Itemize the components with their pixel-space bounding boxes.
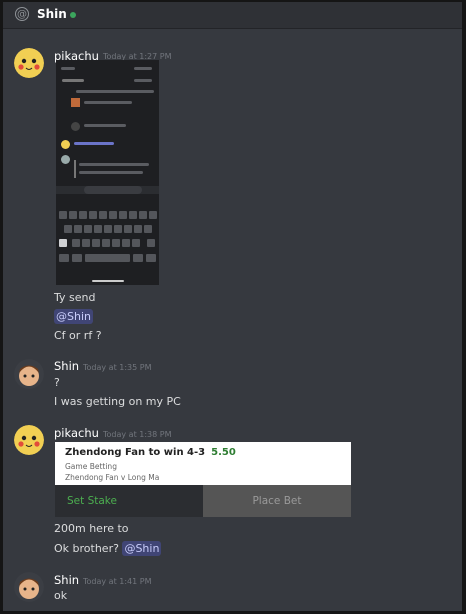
message-text: Ok brother? @Shin xyxy=(54,541,162,556)
timestamp: Today at 1:38 PM xyxy=(103,430,172,439)
pikachu-avatar-image xyxy=(14,425,44,455)
place-bet-button[interactable]: Place Bet xyxy=(203,485,351,517)
bet-selection: Zhendong Fan to win 4-3 5.50 xyxy=(65,447,236,458)
message-text: 200m here to xyxy=(54,522,129,535)
set-stake-button[interactable]: Set Stake xyxy=(55,485,203,517)
bet-match: Zhendong Fan v Long Ma xyxy=(65,473,160,482)
channel-name: Shin xyxy=(37,7,67,21)
message-text: ? xyxy=(54,376,60,389)
dm-window: @ Shin pikachu Today at 1:27 PM Ty send … xyxy=(3,2,462,611)
username[interactable]: pikachu xyxy=(54,426,99,440)
message-text: I was getting on my PC xyxy=(54,395,181,408)
message-text: Ty send xyxy=(54,291,96,304)
online-status-icon xyxy=(70,12,76,18)
user-mention[interactable]: @Shin xyxy=(54,309,93,324)
avatar[interactable] xyxy=(14,359,44,389)
message-text: @Shin xyxy=(54,309,93,324)
avatar[interactable] xyxy=(14,48,44,78)
bet-category: Game Betting xyxy=(65,462,117,471)
pikachu-avatar-image xyxy=(14,48,44,78)
bet-slip-card: Zhendong Fan to win 4-3 5.50 Game Betting… xyxy=(55,442,351,517)
screenshot-attachment[interactable] xyxy=(56,60,159,285)
timestamp: Today at 1:41 PM xyxy=(83,577,152,586)
bet-odds: 5.50 xyxy=(211,447,236,458)
message-text: ok xyxy=(54,589,68,602)
channel-header: @ Shin xyxy=(3,2,462,29)
avatar[interactable] xyxy=(14,572,44,602)
shin-avatar-image xyxy=(14,572,44,602)
message-text: Cf or rf ? xyxy=(54,329,102,342)
at-sign-icon: @ xyxy=(15,7,29,21)
avatar[interactable] xyxy=(14,425,44,455)
user-mention[interactable]: @Shin xyxy=(122,541,162,556)
username[interactable]: Shin xyxy=(54,359,79,373)
username[interactable]: Shin xyxy=(54,573,79,587)
timestamp: Today at 1:35 PM xyxy=(83,363,152,372)
shin-avatar-image xyxy=(14,359,44,389)
